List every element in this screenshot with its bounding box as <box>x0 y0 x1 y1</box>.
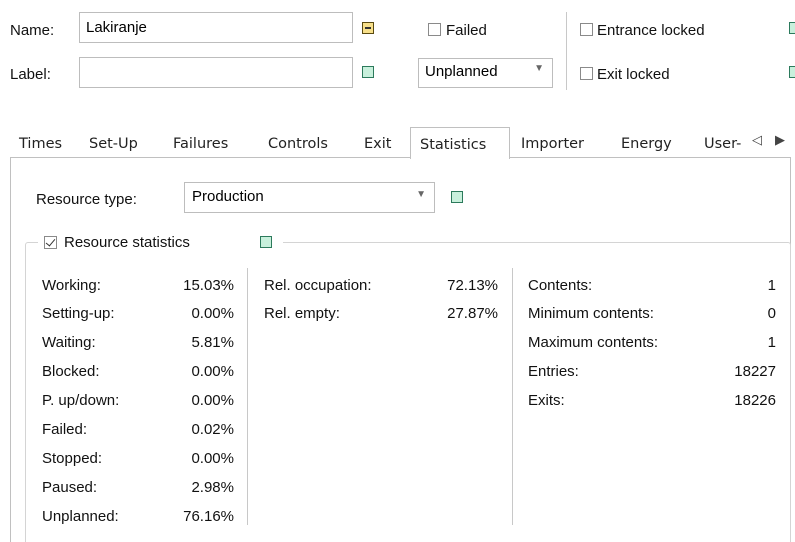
stat-value: 27.87% <box>447 305 498 322</box>
resource-statistics-label: Resource statistics <box>64 234 190 251</box>
stat-label: Blocked: <box>42 363 100 380</box>
tab-times[interactable]: Times <box>14 130 78 158</box>
stat-label: Waiting: <box>42 334 96 351</box>
stat-value: 72.13% <box>447 277 498 294</box>
tab-energy[interactable]: Energy <box>613 130 690 158</box>
failed-label: Failed <box>446 22 487 39</box>
label-label: Label: <box>10 66 51 83</box>
stat-value: 76.16% <box>183 508 234 525</box>
tab-label: Controls <box>268 136 328 152</box>
stat-value: 15.03% <box>183 277 234 294</box>
stat-label: Contents: <box>528 277 593 294</box>
tab-label: Energy <box>621 136 672 152</box>
chevron-down-icon: ▼ <box>416 189 426 200</box>
stat-label: P. up/down: <box>42 392 120 409</box>
stat-label: Entries: <box>528 363 579 380</box>
resource-statistics-group <box>25 242 791 542</box>
stat-value: 0.00% <box>191 305 234 322</box>
tab-label: Importer <box>521 136 585 152</box>
stat-label: Exits: <box>528 392 565 409</box>
tab-label: Times <box>19 136 63 152</box>
failed-checkbox[interactable] <box>428 23 441 36</box>
name-input[interactable] <box>79 12 353 43</box>
resource-type-value: Production <box>192 188 264 205</box>
tab-label: Exit <box>364 136 392 152</box>
stat-label: Rel. occupation: <box>264 277 372 294</box>
tab-label: User- <box>704 136 742 152</box>
unplanned-select[interactable]: Unplanned ▼ <box>418 58 553 88</box>
stat-value: 0.00% <box>191 392 234 409</box>
stat-label: Paused: <box>42 479 98 496</box>
resource-type-select[interactable]: Production ▼ <box>184 182 435 213</box>
stat-value: 1 <box>767 277 776 294</box>
tab-statistics[interactable]: Statistics <box>410 127 510 159</box>
group-header: Resource statistics <box>38 233 283 253</box>
tab-label: Failures <box>173 136 229 152</box>
tab-set-up[interactable]: Set-Up <box>84 130 162 158</box>
tab-exit[interactable]: Exit <box>357 130 407 158</box>
stat-value: 2.98% <box>191 479 234 496</box>
stat-label: Minimum contents: <box>528 305 654 322</box>
tab-label: Set-Up <box>89 136 138 152</box>
tab-controls[interactable]: Controls <box>260 130 352 158</box>
entrance-locked-inheritance-icon[interactable] <box>789 22 795 34</box>
stat-value: 1 <box>767 334 776 351</box>
resource-type-label: Resource type: <box>36 191 137 208</box>
resource-statistics-inheritance-icon[interactable] <box>260 236 272 248</box>
stat-label: Maximum contents: <box>528 334 659 351</box>
stat-value: 18226 <box>734 392 776 409</box>
stat-label: Working: <box>42 277 101 294</box>
tab-failures[interactable]: Failures <box>168 130 254 158</box>
column-divider <box>512 268 513 525</box>
stat-label: Unplanned: <box>42 508 119 525</box>
label-input[interactable] <box>79 57 353 88</box>
entrance-locked-checkbox[interactable] <box>580 23 593 36</box>
stat-label: Failed: <box>42 421 88 438</box>
unplanned-select-value: Unplanned <box>425 63 498 80</box>
tab-importer[interactable]: Importer <box>513 130 607 158</box>
stat-value: 0.00% <box>191 450 234 467</box>
stat-value: 0 <box>767 305 776 322</box>
stat-value: 5.81% <box>191 334 234 351</box>
tab-label: Statistics <box>420 137 487 153</box>
name-label: Name: <box>10 22 55 39</box>
chevron-down-icon: ▼ <box>534 63 544 74</box>
exit-locked-label: Exit locked <box>597 66 670 83</box>
label-inheritance-icon[interactable] <box>362 66 374 78</box>
resource-statistics-checkbox[interactable] <box>44 236 57 249</box>
header-divider <box>566 12 567 90</box>
name-inheritance-icon[interactable] <box>362 22 374 34</box>
resource-type-inheritance-icon[interactable] <box>451 191 463 203</box>
entrance-locked-label: Entrance locked <box>597 22 705 39</box>
stat-label: Setting-up: <box>42 305 115 322</box>
stat-value: 18227 <box>734 363 776 380</box>
stat-value: 0.00% <box>191 363 234 380</box>
tab-scroll-left-icon[interactable]: ◁ <box>752 132 762 148</box>
exit-locked-inheritance-icon[interactable] <box>789 66 795 78</box>
column-divider <box>247 268 248 525</box>
tab-scroll-right-icon[interactable]: ▶ <box>775 132 785 148</box>
tab-user[interactable]: User- <box>696 130 748 158</box>
stat-value: 0.02% <box>191 421 234 438</box>
exit-locked-checkbox[interactable] <box>580 67 593 80</box>
stat-label: Rel. empty: <box>264 305 340 322</box>
stat-label: Stopped: <box>42 450 103 467</box>
